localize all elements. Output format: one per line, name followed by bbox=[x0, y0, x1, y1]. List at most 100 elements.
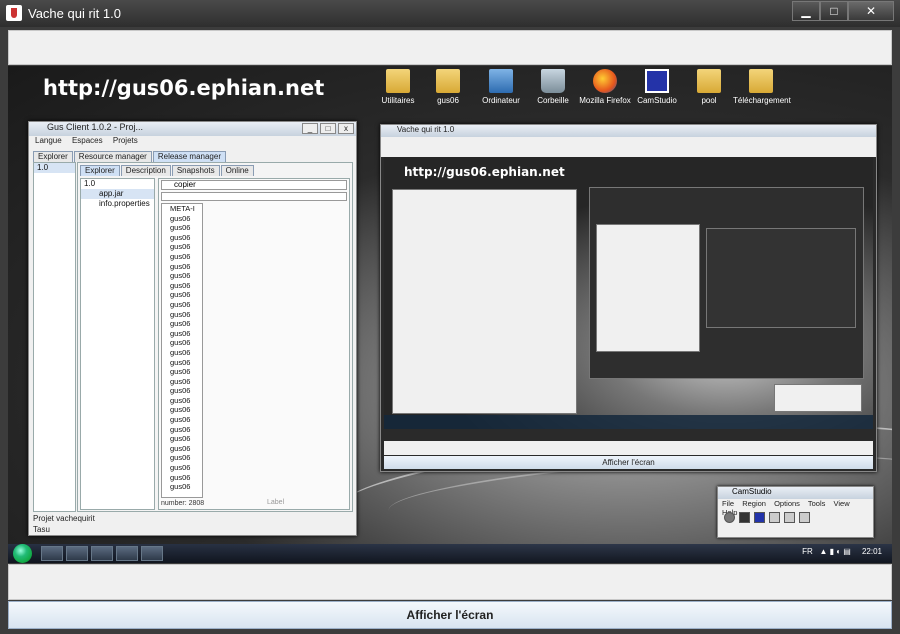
close-button[interactable]: x bbox=[338, 123, 354, 134]
taskbar-explorer-icon[interactable] bbox=[41, 546, 63, 561]
computer-icon bbox=[489, 69, 513, 93]
list-item[interactable]: gus06 bbox=[162, 473, 202, 483]
window-title: Vache qui rit 1.0 bbox=[28, 6, 121, 21]
menu-file[interactable]: File bbox=[722, 499, 734, 508]
list-item[interactable]: gus06 bbox=[162, 252, 202, 262]
list-item[interactable]: gus06 bbox=[162, 453, 202, 463]
maximize-button[interactable]: □ bbox=[820, 1, 848, 21]
list-item[interactable]: gus06 bbox=[162, 348, 202, 358]
tree-item-properties[interactable]: info.properties bbox=[81, 199, 154, 209]
tree-root[interactable]: 1.0 bbox=[81, 179, 154, 189]
tab-resource-manager[interactable]: Resource manager bbox=[73, 151, 152, 162]
start-icon[interactable] bbox=[13, 544, 32, 563]
list-item[interactable]: gus06 bbox=[162, 434, 202, 444]
list-item[interactable]: gus06 bbox=[162, 396, 202, 406]
tab-online[interactable]: Online bbox=[220, 165, 254, 176]
nested-url: http://gus06.ephian.net bbox=[404, 165, 565, 179]
nested-preview-2 bbox=[589, 187, 864, 379]
folder-icon bbox=[386, 69, 410, 93]
tree-item-version[interactable]: 1.0 bbox=[34, 163, 75, 173]
list-item[interactable]: gus06 bbox=[162, 482, 202, 492]
stop-icon[interactable] bbox=[754, 512, 765, 523]
desktop-icon-ordinateur[interactable]: Ordinateur bbox=[473, 69, 529, 105]
tab-explorer[interactable]: Explorer bbox=[33, 151, 73, 162]
file-list[interactable]: META-I gus06 gus06 gus06 gus06 gus06 gus06 gus0… bbox=[161, 203, 203, 498]
desktop-icon-gus06[interactable]: gus06 bbox=[420, 69, 476, 105]
list-item[interactable]: gus06 bbox=[162, 233, 202, 243]
list-item[interactable]: gus06 bbox=[162, 444, 202, 454]
tab-snapshots[interactable]: Snapshots bbox=[171, 165, 220, 176]
list-item[interactable]: gus06 bbox=[162, 386, 202, 396]
menu-options[interactable]: Options bbox=[774, 499, 800, 508]
list-item[interactable]: gus06 bbox=[162, 271, 202, 281]
list-item[interactable]: gus06 bbox=[162, 425, 202, 435]
list-item[interactable]: gus06 bbox=[162, 223, 202, 233]
taskbar-app-icon[interactable] bbox=[141, 546, 163, 561]
clock[interactable]: 22:01 bbox=[862, 547, 882, 556]
desktop-icon-pool[interactable]: pool bbox=[681, 69, 737, 105]
close-button[interactable]: ✕ bbox=[848, 1, 894, 21]
list-item[interactable]: gus06 bbox=[162, 281, 202, 291]
gus-client-titlebar: Gus Client 1.0.2 - Proj... _ □ x bbox=[29, 122, 356, 136]
nested-gus-client-2 bbox=[596, 224, 700, 352]
tree-item-jar[interactable]: app.jar bbox=[81, 189, 154, 199]
maximize-button[interactable]: □ bbox=[320, 123, 336, 134]
firefox-icon bbox=[593, 69, 617, 93]
list-item[interactable]: gus06 bbox=[162, 405, 202, 415]
taskbar-firefox-icon[interactable] bbox=[91, 546, 113, 561]
list-item[interactable]: gus06 bbox=[162, 377, 202, 387]
project-label: Projet vachequirit bbox=[33, 514, 95, 523]
folder-icon bbox=[697, 69, 721, 93]
menu-projets[interactable]: Projets bbox=[113, 136, 138, 145]
pause-icon[interactable] bbox=[739, 512, 750, 523]
settings-icon[interactable] bbox=[799, 512, 810, 523]
tab-release-manager[interactable]: Release manager bbox=[152, 151, 226, 162]
menu-region[interactable]: Region bbox=[742, 499, 766, 508]
desktop-icon-telechargement[interactable]: Téléchargement bbox=[733, 69, 791, 105]
desktop-icon-corbeille[interactable]: Corbeille bbox=[525, 69, 581, 105]
list-item[interactable]: gus06 bbox=[162, 242, 202, 252]
minimize-button[interactable]: ▁ bbox=[792, 1, 820, 21]
list-item[interactable]: gus06 bbox=[162, 338, 202, 348]
video-icon[interactable] bbox=[784, 512, 795, 523]
nested-camstudio bbox=[774, 384, 862, 412]
list-item[interactable]: gus06 bbox=[162, 214, 202, 224]
menu-langue[interactable]: Langue bbox=[35, 136, 62, 145]
window-titlebar: Vache qui rit 1.0 ▁ □ ✕ bbox=[0, 0, 900, 27]
list-item[interactable]: gus06 bbox=[162, 415, 202, 425]
menu-view[interactable]: View bbox=[833, 499, 849, 508]
desktop-icon-firefox[interactable]: Mozilla Firefox bbox=[577, 69, 633, 105]
language-indicator[interactable]: FR bbox=[802, 547, 813, 556]
record-icon[interactable] bbox=[724, 512, 735, 523]
project-item: Tasu bbox=[33, 525, 50, 534]
search-input[interactable] bbox=[161, 192, 347, 201]
list-item[interactable]: gus06 bbox=[162, 329, 202, 339]
list-item[interactable]: gus06 bbox=[162, 262, 202, 272]
menu-espaces[interactable]: Espaces bbox=[72, 136, 103, 145]
version-tree: 1.0 bbox=[33, 162, 76, 512]
list-item[interactable]: gus06 bbox=[162, 463, 202, 473]
nested-show-screen-button: Afficher l'écran bbox=[384, 456, 873, 469]
main-tabs: Explorer Resource manager Release manage… bbox=[33, 151, 227, 162]
desktop-icon-camstudio[interactable]: CamStudio bbox=[629, 69, 685, 105]
nested-top-panel bbox=[381, 137, 876, 157]
list-item[interactable]: gus06 bbox=[162, 310, 202, 320]
list-item[interactable]: gus06 bbox=[162, 367, 202, 377]
taskbar-app-icon[interactable] bbox=[116, 546, 138, 561]
tab-description[interactable]: Description bbox=[120, 165, 171, 176]
copy-button[interactable]: copier bbox=[161, 180, 347, 190]
tab-explorer[interactable]: Explorer bbox=[80, 165, 120, 176]
menu-tools[interactable]: Tools bbox=[808, 499, 826, 508]
taskbar-app-icon[interactable] bbox=[66, 546, 88, 561]
list-item[interactable]: gus06 bbox=[162, 300, 202, 310]
list-item[interactable]: META-I bbox=[162, 204, 202, 214]
list-item[interactable]: gus06 bbox=[162, 358, 202, 368]
minimize-button[interactable]: _ bbox=[302, 123, 318, 134]
annotate-icon[interactable] bbox=[769, 512, 780, 523]
list-item[interactable]: gus06 bbox=[162, 290, 202, 300]
list-item[interactable]: gus06 bbox=[162, 319, 202, 329]
show-screen-button[interactable]: Afficher l'écran bbox=[8, 601, 892, 629]
file-list-panel: copier META-I gus06 gus06 gus06 gus06 gus06 gu… bbox=[158, 178, 350, 510]
file-tree: 1.0 app.jar info.properties bbox=[80, 178, 155, 510]
desktop-icon-utilitaires[interactable]: Utilitaires bbox=[370, 69, 426, 105]
